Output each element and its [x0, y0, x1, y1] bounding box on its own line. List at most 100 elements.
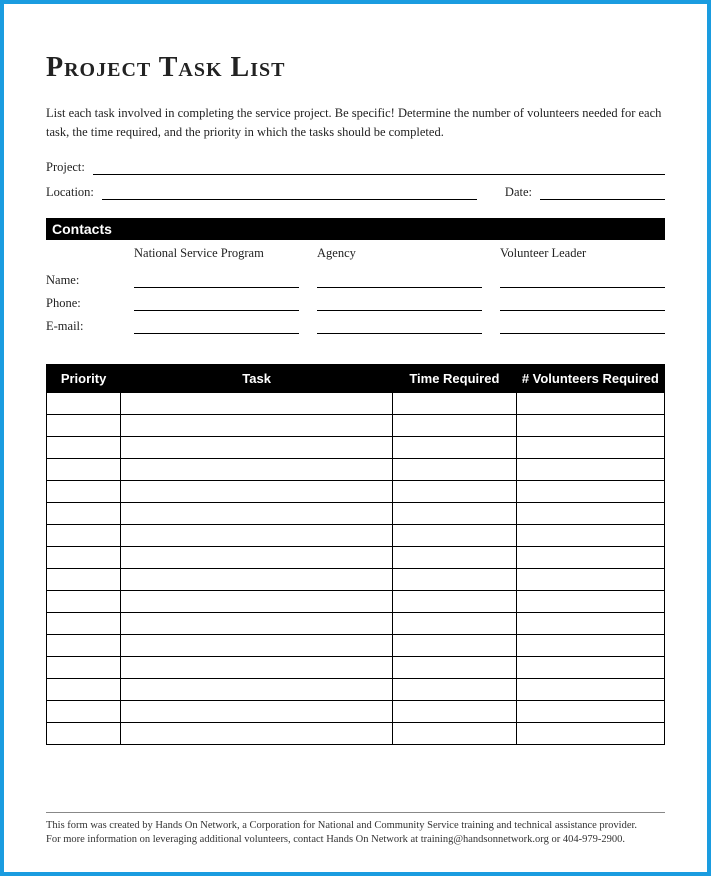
contacts-section-bar: Contacts [46, 218, 665, 240]
table-cell[interactable] [47, 414, 121, 436]
table-row [47, 502, 665, 524]
table-cell[interactable] [393, 502, 517, 524]
page-title: Project Task List [46, 52, 665, 84]
table-cell[interactable] [121, 700, 393, 722]
table-cell[interactable] [393, 392, 517, 414]
table-cell[interactable] [393, 480, 517, 502]
table-cell[interactable] [393, 414, 517, 436]
table-cell[interactable] [393, 612, 517, 634]
table-cell[interactable] [393, 678, 517, 700]
table-cell[interactable] [393, 436, 517, 458]
table-cell[interactable] [516, 722, 664, 744]
contacts-row-phone: Phone: [46, 296, 116, 311]
contacts-row-email: E-mail: [46, 319, 116, 334]
table-row [47, 414, 665, 436]
name-leader-line[interactable] [500, 274, 665, 288]
table-cell[interactable] [121, 678, 393, 700]
table-cell[interactable] [47, 656, 121, 678]
table-row [47, 634, 665, 656]
table-cell[interactable] [47, 700, 121, 722]
project-input-line[interactable] [93, 161, 665, 175]
table-cell[interactable] [516, 678, 664, 700]
footer-line-1: This form was created by Hands On Networ… [46, 819, 665, 834]
table-cell[interactable] [393, 700, 517, 722]
email-nsp-line[interactable] [134, 320, 299, 334]
table-cell[interactable] [516, 568, 664, 590]
table-row [47, 568, 665, 590]
table-cell[interactable] [516, 634, 664, 656]
project-field-row: Project: [46, 160, 665, 175]
table-cell[interactable] [393, 634, 517, 656]
table-cell[interactable] [516, 480, 664, 502]
table-cell[interactable] [121, 524, 393, 546]
instructions-text: List each task involved in completing th… [46, 104, 665, 142]
table-cell[interactable] [47, 480, 121, 502]
table-row [47, 436, 665, 458]
table-cell[interactable] [516, 458, 664, 480]
table-cell[interactable] [393, 546, 517, 568]
table-cell[interactable] [121, 458, 393, 480]
table-cell[interactable] [47, 436, 121, 458]
table-cell[interactable] [47, 634, 121, 656]
table-cell[interactable] [121, 414, 393, 436]
date-input-line[interactable] [540, 186, 665, 200]
table-cell[interactable] [121, 590, 393, 612]
footer: This form was created by Hands On Networ… [46, 812, 665, 848]
table-cell[interactable] [47, 392, 121, 414]
table-cell[interactable] [393, 458, 517, 480]
table-cell[interactable] [516, 524, 664, 546]
table-cell[interactable] [516, 612, 664, 634]
tasks-table: Priority Task Time Required # Volunteers… [46, 364, 665, 745]
table-row [47, 524, 665, 546]
table-cell[interactable] [516, 590, 664, 612]
table-cell[interactable] [47, 722, 121, 744]
table-cell[interactable] [121, 722, 393, 744]
table-cell[interactable] [121, 612, 393, 634]
location-input-line[interactable] [102, 186, 477, 200]
table-cell[interactable] [393, 524, 517, 546]
table-row [47, 722, 665, 744]
table-cell[interactable] [516, 392, 664, 414]
phone-nsp-line[interactable] [134, 297, 299, 311]
table-cell[interactable] [393, 722, 517, 744]
table-cell[interactable] [47, 524, 121, 546]
phone-agency-line[interactable] [317, 297, 482, 311]
email-leader-line[interactable] [500, 320, 665, 334]
table-cell[interactable] [121, 634, 393, 656]
th-time: Time Required [393, 364, 517, 392]
table-cell[interactable] [393, 656, 517, 678]
table-cell[interactable] [121, 502, 393, 524]
name-nsp-line[interactable] [134, 274, 299, 288]
table-cell[interactable] [121, 480, 393, 502]
table-cell[interactable] [47, 590, 121, 612]
table-cell[interactable] [516, 656, 664, 678]
date-label: Date: [505, 185, 532, 200]
table-cell[interactable] [47, 546, 121, 568]
table-cell[interactable] [121, 656, 393, 678]
contacts-col-agency: Agency [317, 246, 482, 265]
contacts-col-nsp: National Service Program [134, 246, 299, 265]
table-cell[interactable] [47, 458, 121, 480]
table-cell[interactable] [121, 546, 393, 568]
footer-line-2: For more information on leveraging addit… [46, 833, 665, 848]
table-cell[interactable] [121, 392, 393, 414]
table-cell[interactable] [121, 568, 393, 590]
name-agency-line[interactable] [317, 274, 482, 288]
table-cell[interactable] [516, 436, 664, 458]
table-cell[interactable] [47, 568, 121, 590]
table-cell[interactable] [516, 414, 664, 436]
table-cell[interactable] [516, 546, 664, 568]
email-agency-line[interactable] [317, 320, 482, 334]
table-cell[interactable] [121, 436, 393, 458]
table-cell[interactable] [47, 502, 121, 524]
table-row [47, 656, 665, 678]
table-row [47, 612, 665, 634]
table-cell[interactable] [393, 568, 517, 590]
phone-leader-line[interactable] [500, 297, 665, 311]
table-cell[interactable] [47, 612, 121, 634]
table-cell[interactable] [516, 700, 664, 722]
table-cell[interactable] [393, 590, 517, 612]
table-cell[interactable] [47, 678, 121, 700]
th-volunteers: # Volunteers Required [516, 364, 664, 392]
table-cell[interactable] [516, 502, 664, 524]
